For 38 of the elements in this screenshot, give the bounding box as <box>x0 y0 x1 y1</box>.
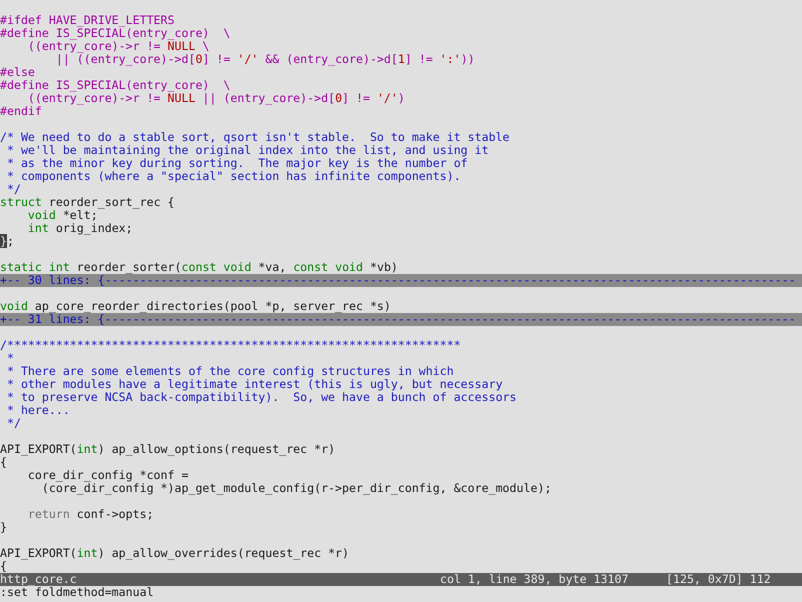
code-line: * here... <box>6 404 70 417</box>
code-line: * other modules have a legitimate interest (this is ugly, but necessary <box>6 378 503 391</box>
code-line: ((entry_core)->r != NULL \ <box>26 40 210 53</box>
code-line: void ap_core_reorder_directories(pool *p, server_rec *s) <box>0 300 391 313</box>
file-name: http_core.c <box>0 573 78 586</box>
code-line: int orig_index; <box>26 222 133 235</box>
code-line: */ <box>6 183 21 196</box>
code-line: }; <box>0 235 14 248</box>
code-line: } <box>0 521 7 534</box>
code-line: * to preserve NCSA back-compatibility). So, we have a bunch of accessors <box>6 391 517 404</box>
code-line: #else <box>0 66 35 79</box>
code-line: { <box>0 456 7 469</box>
code-line: * <box>6 352 14 365</box>
code-line: API_EXPORT(int) ap_allow_options(request_rec *r) <box>0 443 336 456</box>
character-info: [125, 0x7D] 112 <box>666 573 771 586</box>
code-line: * we'll be maintaining the original index into the list, and using it <box>6 144 489 157</box>
code-line: struct reorder_sort_rec { <box>0 196 175 209</box>
code-line: { <box>0 560 7 573</box>
code-line: core_dir_config *conf = <box>26 469 188 482</box>
code-line: * as the minor key during sorting. The major key is the number of <box>6 157 468 170</box>
code-line: */ <box>6 417 21 430</box>
code-line: /* We need to do a stable sort, qsort isn't stable. So to make it stable <box>0 131 510 144</box>
code-line: #define IS_SPECIAL(entry_core) \ <box>0 27 230 40</box>
code-line: || ((entry_core)->d[0] != '/' && (entry_core)->d[1] != ':')) <box>56 53 475 66</box>
code-line: void *elt; <box>26 209 98 222</box>
code-line: (core_dir_config *)ap_get_module_config(r->per_dir_config, &core_module); <box>42 482 552 495</box>
code-line: static int reorder_sorter(const void *va, const void *vb) <box>0 261 398 274</box>
code-line: /***************************************************************** <box>0 339 461 352</box>
command-line: :set foldmethod=manual <box>0 586 154 599</box>
code-line: #ifdef HAVE_DRIVE_LETTERS <box>0 14 175 27</box>
code-line: #define IS_SPECIAL(entry_core) \ <box>0 79 230 92</box>
code-line: * There are some elements of the core config structures in which <box>6 365 454 378</box>
code-line: #endif <box>0 105 42 118</box>
code-line: return conf->opts; <box>26 508 154 521</box>
cursor-position: col 1, line 389, byte 13107 <box>440 573 630 586</box>
code-line: * components (where a "special" section has infinite components). <box>6 170 461 183</box>
code-line: ((entry_core)->r != NULL || (entry_core)->d[0] != '/') <box>26 92 405 105</box>
code-line: API_EXPORT(int) ap_allow_overrides(request_rec *r) <box>0 547 350 560</box>
